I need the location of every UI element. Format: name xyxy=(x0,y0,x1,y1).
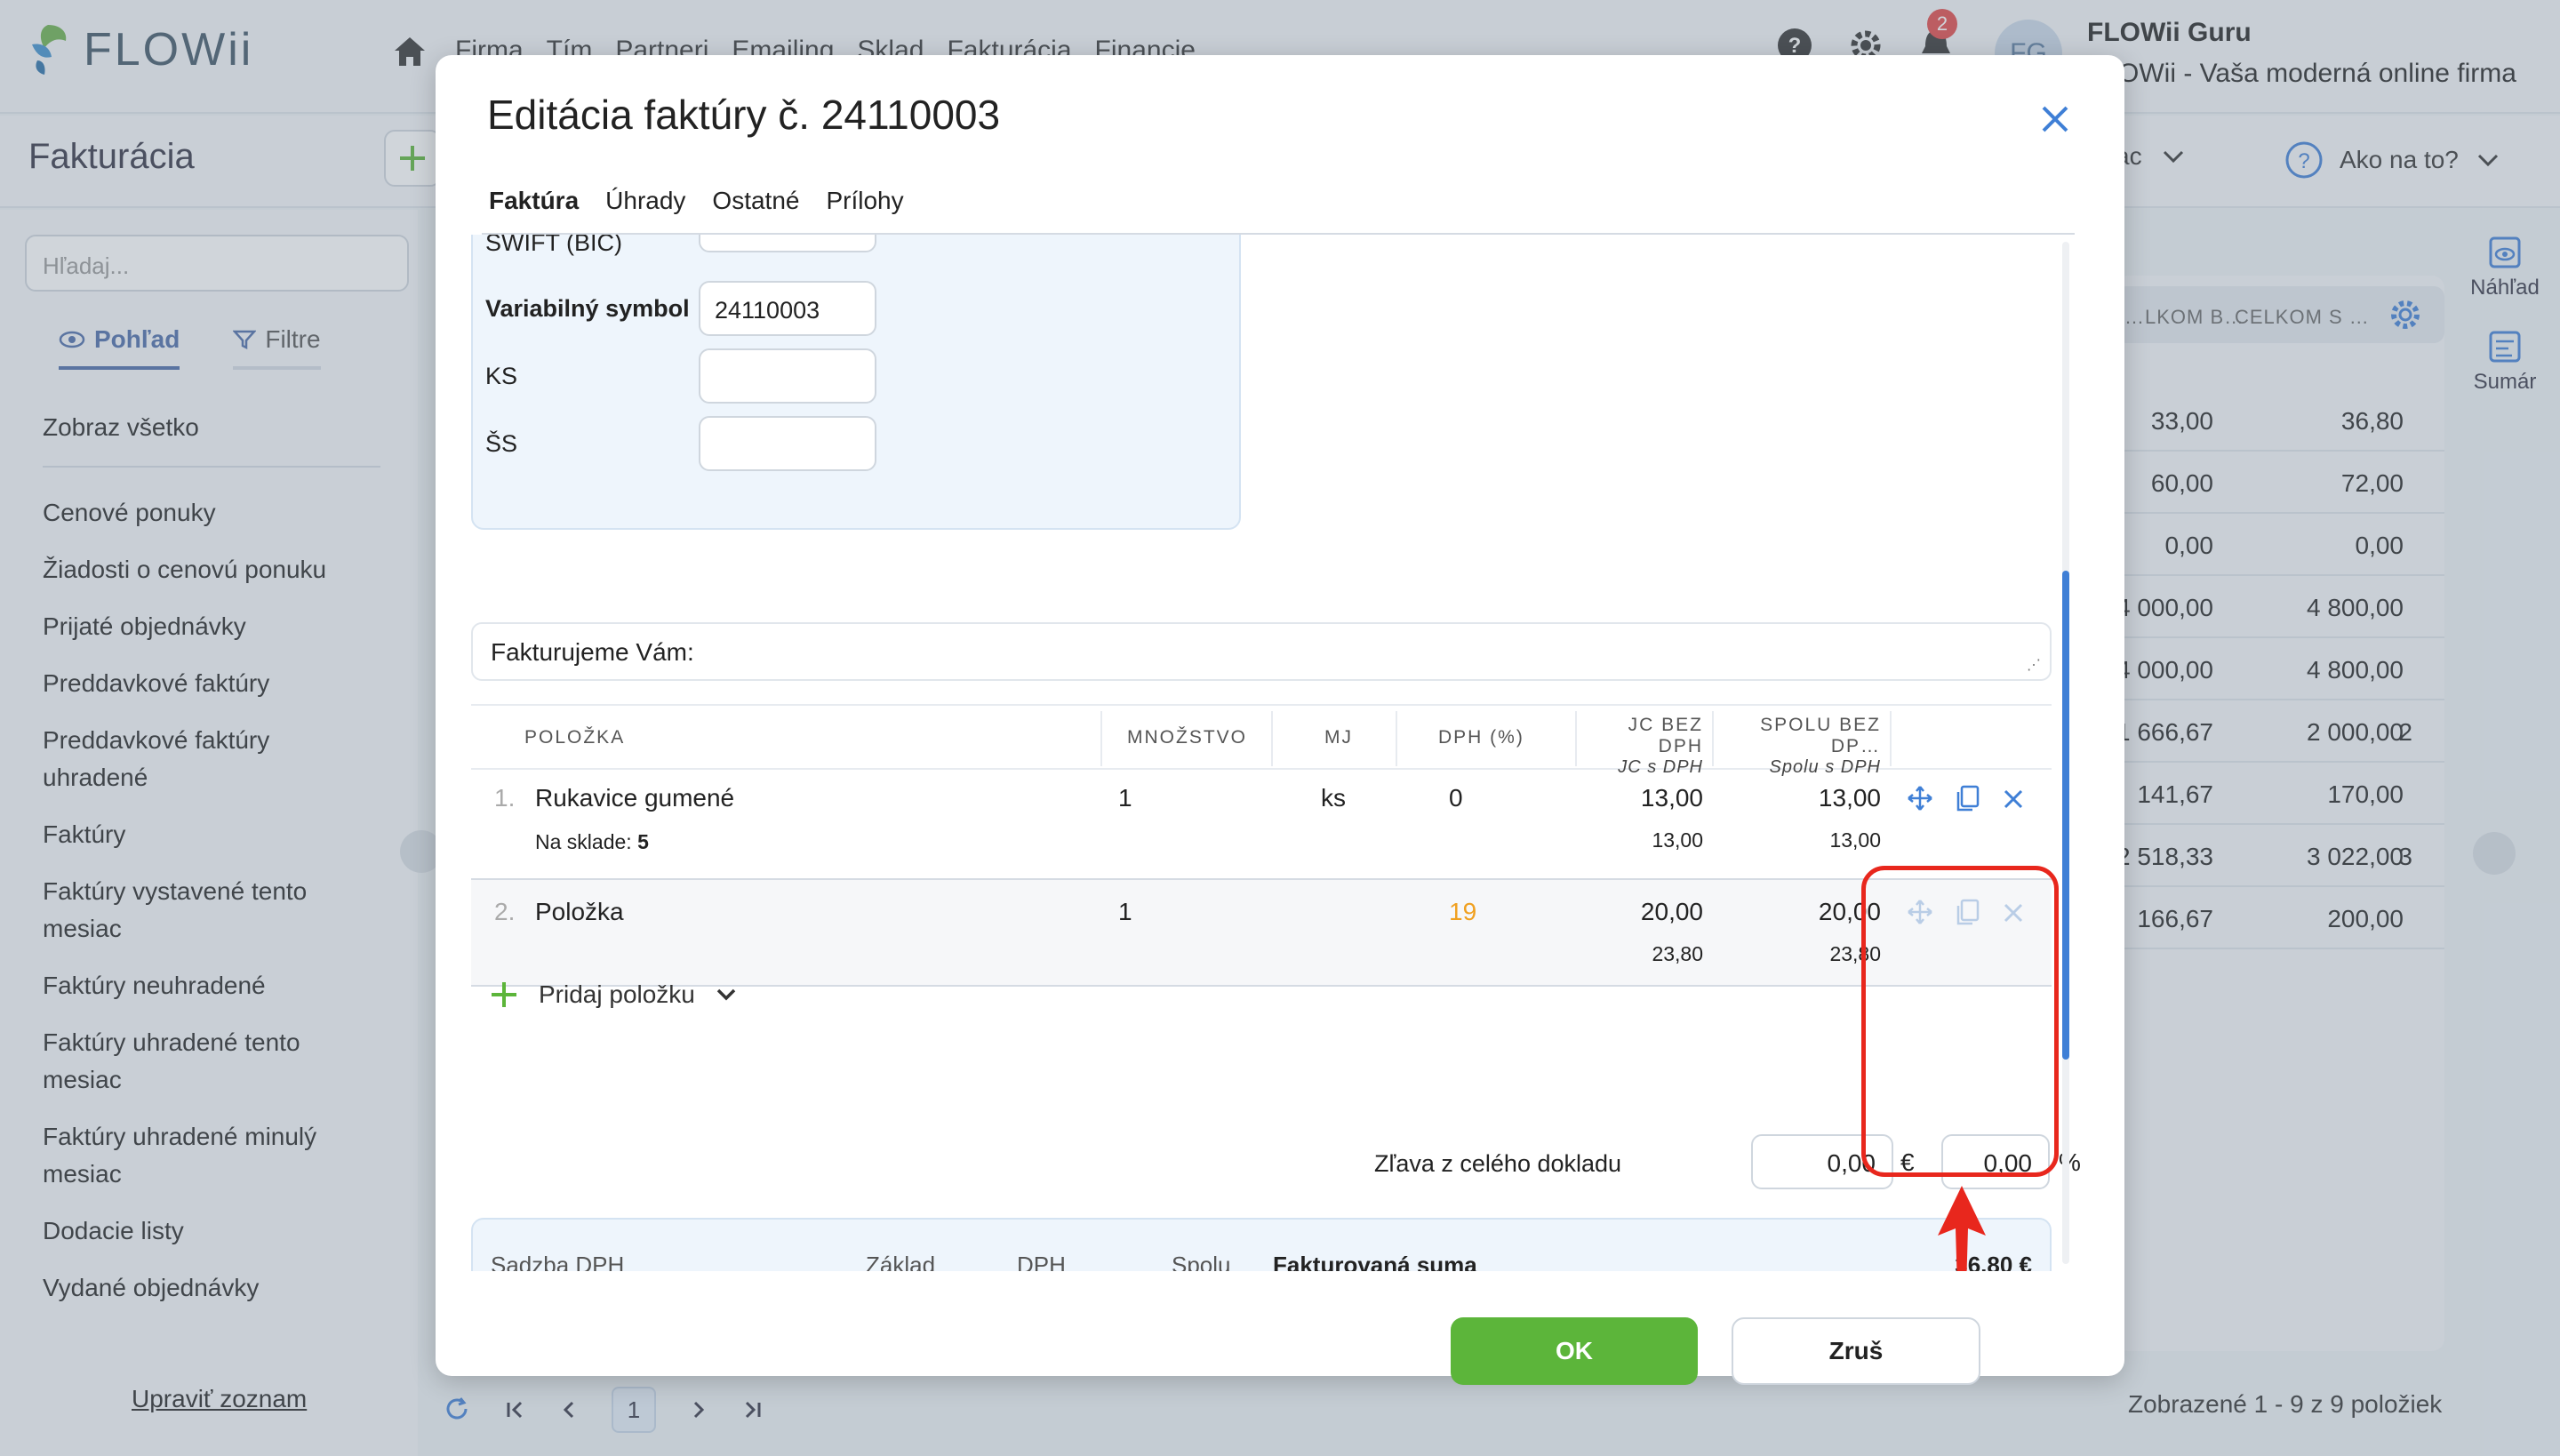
variable-symbol-input[interactable]: 24110003 xyxy=(699,281,876,336)
plus-icon xyxy=(492,982,516,1007)
ks-label: KS xyxy=(485,363,518,389)
row-number: 1. xyxy=(494,784,516,812)
base-label: Základ xyxy=(866,1252,936,1271)
stock-label: Na sklade: xyxy=(535,830,632,853)
total-label: Spolu xyxy=(1172,1252,1231,1271)
variable-symbol-label: Variabilný symbol xyxy=(485,295,690,322)
invoice-intro-text: Fakturujeme Vám: xyxy=(491,638,694,666)
column-divider xyxy=(1396,711,1397,766)
column-divider xyxy=(1890,711,1892,766)
invoiced-sum-label: Fakturovaná suma xyxy=(1273,1252,1477,1271)
ss-label: ŠS xyxy=(485,430,518,457)
item-total-vat: 13,00 xyxy=(1829,828,1881,852)
ss-input[interactable] xyxy=(699,416,876,471)
tab-attachments[interactable]: Prílohy xyxy=(826,187,903,215)
edit-invoice-modal: Editácia faktúry č. 24110003 Faktúra Úhr… xyxy=(436,55,2124,1385)
add-item-label: Pridaj položku xyxy=(539,980,695,1008)
chevron-down-icon[interactable] xyxy=(715,987,738,1003)
item-quantity[interactable]: 1 xyxy=(1118,784,1132,812)
total-header: SPOLU BEZ DP… xyxy=(1760,715,1881,756)
item-unit-price[interactable]: 13,00 xyxy=(1589,784,1703,812)
close-icon[interactable] xyxy=(2039,103,2071,135)
item-vat[interactable]: 19 xyxy=(1449,898,1476,926)
cancel-button[interactable]: Zruš xyxy=(1732,1317,1980,1385)
add-item-button[interactable]: Pridaj položku xyxy=(489,980,738,1010)
copy-icon[interactable] xyxy=(1954,784,1980,812)
items-table-header: POLOŽKA MNOŽSTVO MJ DPH (%) JC BEZ DPH J… xyxy=(471,704,2052,777)
column-vat: DPH (%) xyxy=(1438,727,1524,748)
column-unit-price: JC BEZ DPH JC s DPH xyxy=(1589,715,1703,778)
column-unit: MJ xyxy=(1324,727,1353,748)
table-row: 2. Položka 1 19 20,00 23,80 20,00 23,80 xyxy=(471,880,2052,987)
arrow-up-icon xyxy=(1938,1186,1986,1271)
column-divider xyxy=(1271,711,1273,766)
item-quantity[interactable]: 1 xyxy=(1118,898,1132,926)
item-total[interactable]: 13,00 xyxy=(1721,784,1881,812)
column-total: SPOLU BEZ DP… Spolu s DPH xyxy=(1721,715,1881,778)
row-number: 2. xyxy=(494,898,516,925)
column-divider xyxy=(1100,711,1102,766)
item-name[interactable]: Položka xyxy=(535,898,624,926)
item-unit-price-vat: 23,80 xyxy=(1652,942,1703,965)
swift-label: SWIFT (BIC) xyxy=(485,235,622,256)
scrollbar-thumb[interactable] xyxy=(2062,571,2069,1060)
tab-invoice[interactable]: Faktúra xyxy=(489,187,579,215)
stock-info: Na sklade: 5 xyxy=(535,830,649,854)
vat-label: DPH xyxy=(1017,1252,1066,1271)
item-total[interactable]: 20,00 xyxy=(1721,898,1881,926)
modal-body: SWIFT (BIC) Variabilný symbol 24110003 K… xyxy=(462,235,2089,1271)
delete-icon[interactable] xyxy=(2002,788,2025,811)
column-quantity: MNOŽSTVO xyxy=(1127,727,1247,748)
item-name[interactable]: Rukavice gumené xyxy=(535,784,734,812)
unit-price-header: JC BEZ DPH xyxy=(1628,715,1703,756)
modal-tabs: Faktúra Úhrady Ostatné Prílohy xyxy=(489,187,904,215)
ok-button[interactable]: OK xyxy=(1451,1317,1698,1385)
swift-input[interactable] xyxy=(699,235,876,252)
move-icon[interactable] xyxy=(1906,784,1934,812)
item-total-vat: 23,80 xyxy=(1829,942,1881,965)
vat-column-highlight xyxy=(1861,866,2059,1177)
column-divider xyxy=(1712,711,1714,766)
stock-value: 5 xyxy=(637,830,649,853)
item-unit[interactable]: ks xyxy=(1321,784,1346,812)
table-row: 1. Rukavice gumené Na sklade: 5 1 ks 0 1… xyxy=(471,770,2052,880)
vat-summary-box: Sadzba DPH Základ DPH Spolu Fakturovaná … xyxy=(471,1218,2052,1271)
item-unit-price-vat: 13,00 xyxy=(1652,828,1703,852)
column-divider xyxy=(1575,711,1577,766)
modal-title: Editácia faktúry č. 24110003 xyxy=(487,92,1001,138)
resize-handle-icon[interactable]: ⋰ xyxy=(2027,656,2041,674)
discount-label: Zľava z celého dokladu xyxy=(1374,1150,1622,1177)
item-unit-price[interactable]: 20,00 xyxy=(1589,898,1703,926)
bank-details-box: SWIFT (BIC) Variabilný symbol 24110003 K… xyxy=(471,235,1241,530)
tab-payments[interactable]: Úhrady xyxy=(605,187,685,215)
tab-other[interactable]: Ostatné xyxy=(712,187,799,215)
column-item: POLOŽKA xyxy=(524,727,626,748)
ks-input[interactable] xyxy=(699,348,876,404)
vat-rate-label: Sadzba DPH xyxy=(491,1252,625,1271)
item-vat[interactable]: 0 xyxy=(1449,784,1463,812)
invoice-intro-textarea[interactable]: Fakturujeme Vám: ⋰ xyxy=(471,622,2052,681)
